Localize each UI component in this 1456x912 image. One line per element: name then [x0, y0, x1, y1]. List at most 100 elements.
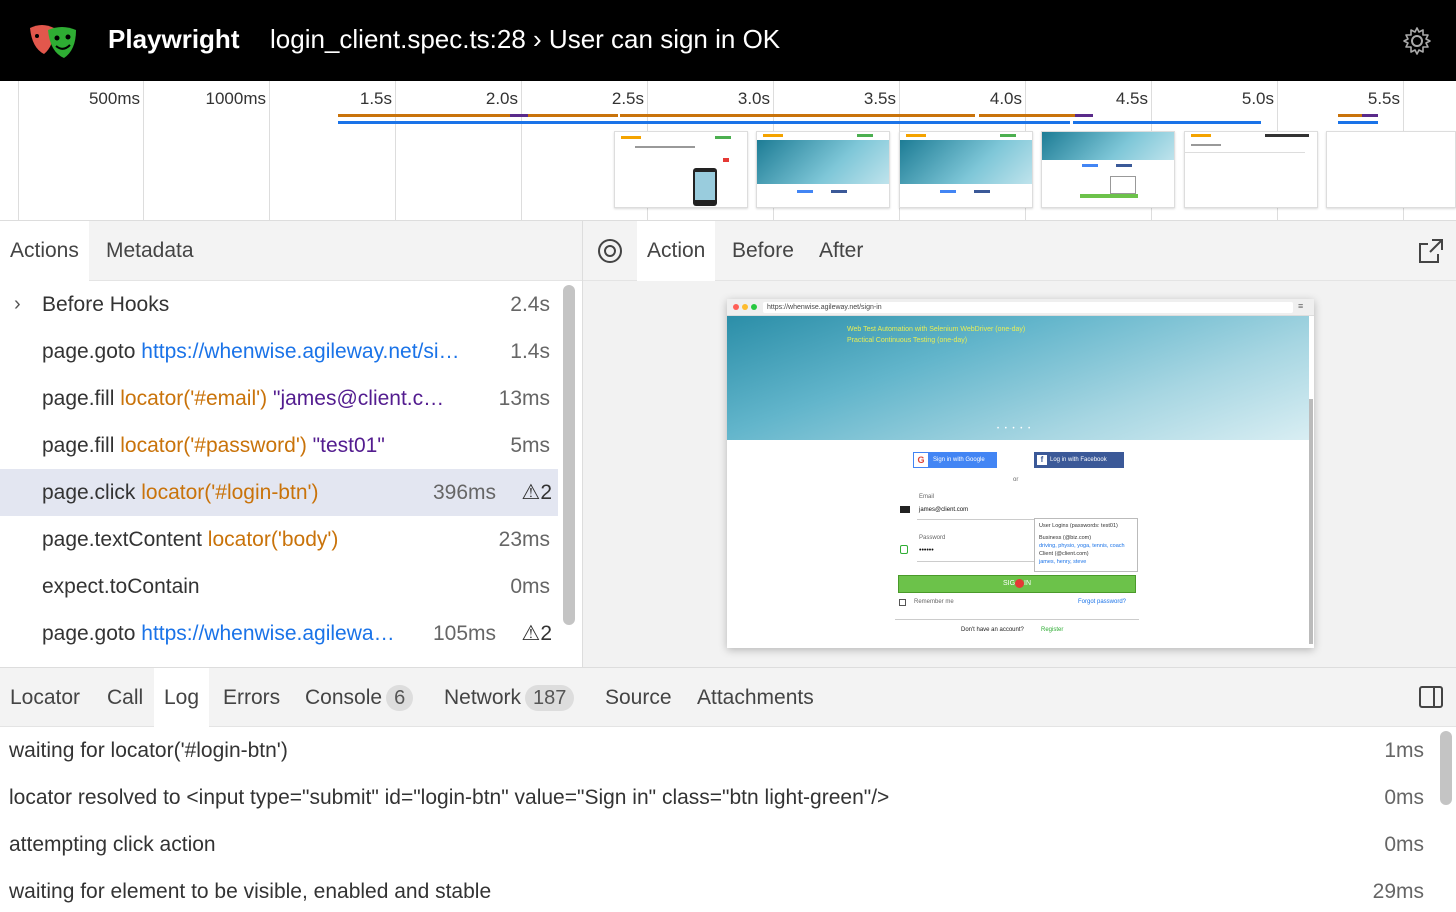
user-logins-tooltip: User Logins (passwords: test01) Business…: [1034, 518, 1138, 572]
hero-line: Practical Continuous Testing (one-day): [847, 337, 968, 344]
tab-before[interactable]: Before: [722, 221, 804, 281]
tab-network[interactable]: Network 187: [434, 668, 584, 728]
log-panel: waiting for locator('#login-btn') 1ms lo…: [0, 727, 1436, 912]
envelope-icon: [900, 506, 910, 513]
tab-attachments[interactable]: Attachments: [687, 668, 824, 728]
google-icon: G: [914, 453, 928, 467]
tab-action[interactable]: Action: [637, 221, 716, 281]
action-duration: 5ms: [510, 434, 550, 457]
timeline-action-bar: [1338, 114, 1362, 117]
tab-after[interactable]: After: [809, 221, 873, 281]
timeline-network-bar: [338, 121, 1070, 124]
action-value: "test01": [312, 434, 385, 457]
action-locator: locator('#password'): [120, 434, 307, 457]
action-method: page.fill: [42, 387, 115, 410]
tab-errors[interactable]: Errors: [213, 668, 290, 728]
log-time: 29ms: [1372, 880, 1424, 903]
snapshot-scrollbar[interactable]: [1309, 399, 1313, 644]
timeline-tick: 1.5s: [359, 89, 392, 108]
gear-icon[interactable]: [1402, 26, 1432, 56]
lock-icon: [900, 545, 908, 554]
tab-metadata[interactable]: Metadata: [96, 221, 204, 281]
timeline-tick: 4.5s: [1115, 89, 1148, 108]
open-external-icon[interactable]: [1418, 238, 1444, 264]
log-row: waiting for element to be visible, enabl…: [0, 868, 1436, 912]
action-row[interactable]: page.fill locator('#password') "test01" …: [0, 422, 558, 469]
action-row-selected[interactable]: page.click locator('#login-btn') 396ms ⚠…: [0, 469, 558, 516]
bottom-panel-tabs: Locator Call Log Errors Console 6 Network…: [0, 667, 1456, 728]
timeline-tick: 1000ms: [205, 89, 266, 108]
pick-locator-icon[interactable]: [597, 238, 623, 264]
top-bar: Playwright login_client.spec.ts:28 › Use…: [0, 0, 1456, 81]
forgot-password-link[interactable]: Forgot password?: [1078, 599, 1126, 605]
timeline-action-bar: [1362, 114, 1378, 117]
password-label: Password: [919, 535, 946, 541]
facebook-login-button[interactable]: f Log in with Facebook: [1034, 452, 1124, 468]
log-time: 0ms: [1384, 833, 1424, 856]
filmstrip-thumbnail[interactable]: [1041, 131, 1175, 208]
register-link[interactable]: Register: [1041, 627, 1063, 633]
action-method: expect.toContain: [42, 575, 200, 598]
tab-call[interactable]: Call: [97, 668, 153, 728]
toggle-sidebar-icon[interactable]: [1418, 685, 1444, 709]
filmstrip-thumbnail[interactable]: [614, 131, 748, 208]
network-count-badge: 187: [525, 685, 575, 711]
timeline-tick: 2.5s: [611, 89, 644, 108]
facebook-icon: f: [1037, 455, 1047, 465]
password-field[interactable]: ••••••: [919, 547, 934, 554]
action-row[interactable]: page.fill locator('#email') "james@clien…: [0, 375, 558, 422]
timeline-tick: 4.0s: [989, 89, 1022, 108]
log-row: waiting for locator('#login-btn') 1ms: [0, 727, 1436, 774]
action-method: page.click: [42, 481, 136, 504]
timeline-tick: 3.5s: [863, 89, 896, 108]
filmstrip-thumbnail[interactable]: [899, 131, 1033, 208]
warning-count[interactable]: ⚠2: [521, 469, 552, 516]
action-duration: 13ms: [498, 387, 550, 410]
tab-console[interactable]: Console 6: [295, 668, 423, 728]
action-method: page.goto: [42, 622, 136, 645]
email-label: Email: [919, 494, 935, 500]
timeline-tick: 3.0s: [737, 89, 770, 108]
filmstrip-thumbnail[interactable]: [756, 131, 890, 208]
action-row[interactable]: expect.toContain 0ms: [0, 563, 558, 610]
action-url: https://whenwise.agilewa…: [141, 622, 395, 645]
or-divider: or: [1013, 477, 1019, 483]
filmstrip-thumbnail[interactable]: [1326, 131, 1456, 208]
sign-in-button[interactable]: SIG IN: [898, 575, 1136, 593]
log-scrollbar[interactable]: [1440, 731, 1452, 805]
action-row[interactable]: page.goto https://whenwise.agileway.net/…: [0, 328, 558, 375]
action-duration: 105ms: [432, 622, 496, 645]
action-row[interactable]: page.goto https://whenwise.agilewa… 105m…: [0, 610, 558, 657]
tab-log[interactable]: Log: [154, 668, 210, 728]
remember-label: Remember me: [914, 599, 954, 605]
tab-source[interactable]: Source: [595, 668, 682, 728]
browser-chrome: https://whenwise.agileway.net/sign-in ≡: [727, 299, 1314, 316]
google-signin-button[interactable]: G Sign in with Google: [913, 452, 997, 468]
action-row[interactable]: page.textContent locator('body') 23ms: [0, 516, 558, 563]
timeline-tick: 5.0s: [1241, 89, 1274, 108]
action-method: page.textContent: [42, 528, 202, 551]
action-list-scrollbar[interactable]: [563, 285, 575, 625]
page-snapshot[interactable]: https://whenwise.agileway.net/sign-in ≡ …: [727, 299, 1314, 648]
playwright-logo-icon: [30, 25, 76, 58]
hero-line: Web Test Automation with Selenium WebDri…: [847, 326, 1026, 333]
action-duration: 1.4s: [510, 340, 550, 363]
timeline-tick: 500ms: [88, 89, 140, 108]
chevron-right-icon[interactable]: ›: [14, 281, 21, 328]
filmstrip-thumbnail[interactable]: [1184, 131, 1318, 208]
timeline-tick: 5.5s: [1367, 89, 1400, 108]
tab-actions[interactable]: Actions: [0, 221, 89, 281]
warning-count[interactable]: ⚠2: [521, 610, 552, 657]
right-panel-tabs: Action Before After: [583, 221, 1456, 281]
timeline-action-bar: [979, 114, 1075, 117]
warning-triangle-icon: ⚠: [521, 622, 541, 645]
remember-checkbox[interactable]: [899, 599, 906, 606]
tab-locator[interactable]: Locator: [0, 668, 90, 728]
log-row: attempting click action 0ms: [0, 821, 1436, 868]
action-locator: locator('body'): [207, 528, 339, 551]
action-row[interactable]: › Before Hooks 2.4s: [0, 281, 558, 328]
email-field[interactable]: james@client.com: [919, 507, 968, 513]
action-duration: 396ms: [432, 481, 496, 504]
action-url: https://whenwise.agileway.net/si…: [141, 340, 460, 363]
timeline[interactable]: 500ms 1000ms 1.5s 2.0s 2.5s 3.0s 3.5s 4.…: [0, 81, 1456, 221]
